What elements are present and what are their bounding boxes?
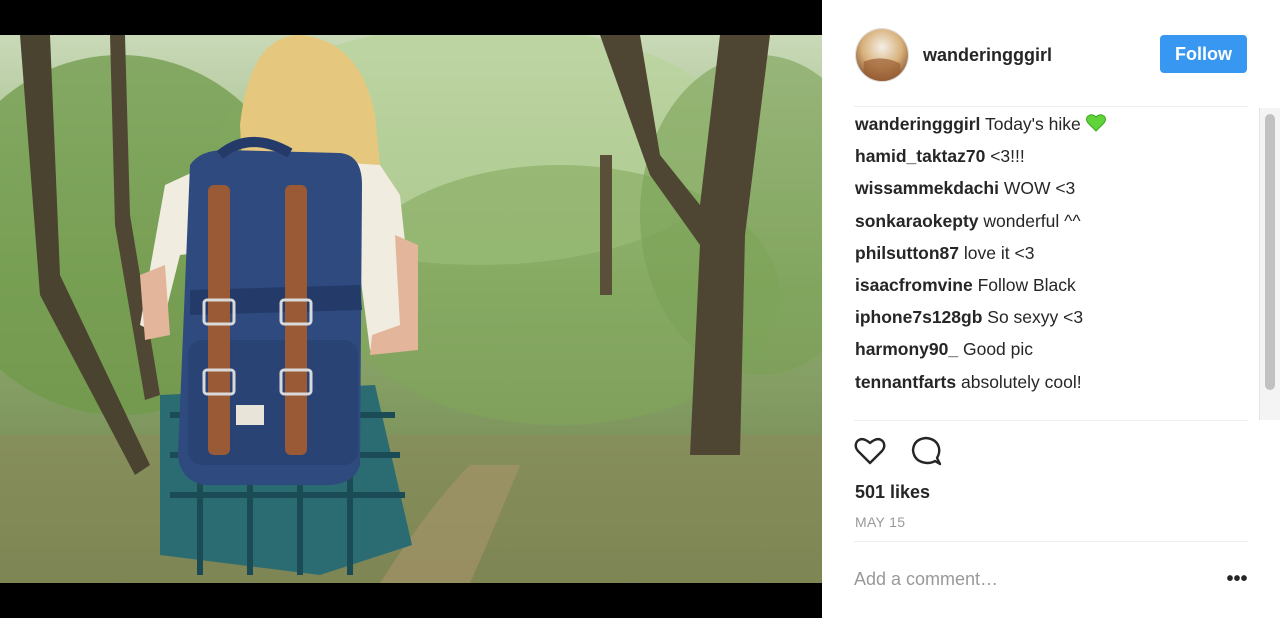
add-comment-input[interactable] bbox=[854, 562, 1194, 596]
comment-text: WOW <3 bbox=[998, 178, 1076, 199]
comment-author[interactable]: philsutton87 bbox=[855, 243, 959, 263]
scrollbar-thumb[interactable] bbox=[1265, 114, 1275, 390]
comment-text: wonderful ^^ bbox=[978, 210, 1081, 231]
avatar-image bbox=[856, 29, 908, 81]
comment-text: <3!!! bbox=[985, 146, 1025, 167]
comment-author[interactable]: isaacfromvine bbox=[855, 275, 973, 295]
comment-item: philsutton87 love it <3 bbox=[855, 237, 1250, 269]
comment-text: absolutely cool! bbox=[956, 371, 1082, 392]
post-date: MAY 15 bbox=[855, 514, 906, 530]
post-info-panel: wanderingggirl Follow wanderingggirl Tod… bbox=[822, 0, 1280, 618]
comment-author[interactable]: harmony90_ bbox=[855, 339, 958, 359]
comment-author[interactable]: wissammekdachi bbox=[855, 178, 999, 198]
heart-icon bbox=[854, 437, 886, 465]
comment-item: sonkaraokepty wonderful ^^ bbox=[855, 205, 1250, 237]
comment-text: So sexyy <3 bbox=[982, 307, 1084, 328]
comment-bubble-icon bbox=[911, 436, 942, 466]
comment-item: wanderingggirl Today's hike bbox=[855, 108, 1250, 140]
comment-text: Follow Black bbox=[972, 274, 1076, 295]
comments-scrollbar[interactable] bbox=[1259, 108, 1280, 420]
comment-text: love it <3 bbox=[959, 242, 1035, 263]
comment-author[interactable]: wanderingggirl bbox=[855, 114, 980, 134]
comment-item: tennantfarts absolutely cool! bbox=[855, 366, 1250, 398]
comment-button[interactable] bbox=[909, 434, 943, 468]
comment-item: wissammekdachi WOW <3 bbox=[855, 172, 1250, 204]
comment-text: Good pic bbox=[958, 339, 1034, 360]
comment-author[interactable]: iphone7s128gb bbox=[855, 307, 982, 327]
avatar[interactable] bbox=[855, 28, 909, 82]
comment-item: harmony90_ Good pic bbox=[855, 333, 1250, 365]
follow-button[interactable]: Follow bbox=[1160, 35, 1247, 73]
post-photo-pane bbox=[0, 0, 822, 618]
like-button[interactable] bbox=[853, 434, 887, 468]
comments-list[interactable]: wanderingggirl Today's hike hamid_taktaz… bbox=[855, 108, 1250, 420]
comment-item: hamid_taktaz70 <3!!! bbox=[855, 140, 1250, 172]
comment-author[interactable]: hamid_taktaz70 bbox=[855, 146, 985, 166]
comment-author[interactable]: tennantfarts bbox=[855, 372, 956, 392]
actions-divider bbox=[854, 420, 1248, 421]
composer-divider bbox=[854, 541, 1248, 542]
comment-item: iphone7s128gb So sexyy <3 bbox=[855, 301, 1250, 333]
post-author-username[interactable]: wanderingggirl bbox=[923, 45, 1052, 66]
comment-item: isaacfromvine Follow Black bbox=[855, 269, 1250, 301]
comment-text: Today's hike bbox=[980, 114, 1081, 134]
comment-author[interactable]: sonkaraokepty bbox=[855, 211, 979, 231]
header-divider bbox=[854, 106, 1248, 107]
likes-count[interactable]: 501 likes bbox=[855, 482, 930, 503]
green-heart-emoji-icon bbox=[1085, 110, 1106, 142]
post-photo bbox=[0, 35, 822, 583]
more-options-button[interactable]: ••• bbox=[1222, 566, 1252, 592]
